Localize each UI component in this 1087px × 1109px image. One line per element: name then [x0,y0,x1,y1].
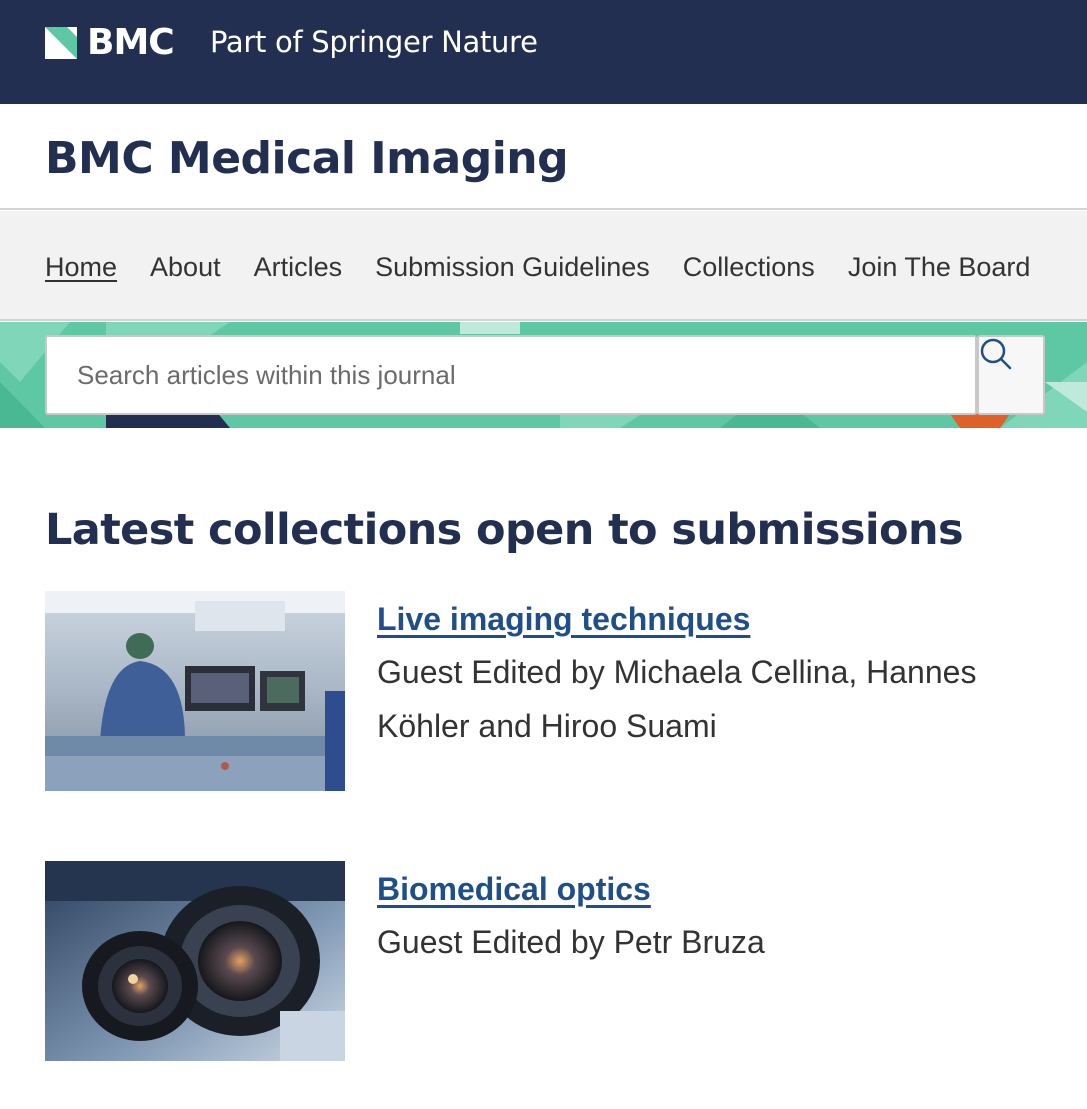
top-brand-bar: BMC Part of Springer Nature [0,0,1087,104]
collection-item: Live imaging techniques Guest Edited by … [45,591,1045,791]
collection-editors: Guest Edited by Michaela Cellina, Hannes… [377,654,977,744]
collection-text: Live imaging techniques Guest Edited by … [377,599,1017,753]
brand-tagline[interactable]: Part of Springer Nature [210,24,538,60]
search-band [0,322,1087,428]
bmc-logo-icon [45,27,77,59]
search-input[interactable] [47,337,975,413]
collection-thumbnail-biomedical-optics[interactable] [45,861,345,1061]
nav-item-about[interactable]: About [150,249,221,285]
nav-item-collections[interactable]: Collections [683,249,815,285]
brand-wordmark: BMC [87,22,175,63]
nav-item-articles[interactable]: Articles [254,249,343,285]
collections-section: Latest collections open to submissions L… [45,500,1045,1061]
nav-item-home[interactable]: Home [45,249,117,285]
journal-header: BMC Medical Imaging [0,104,1087,210]
collection-editors: Guest Edited by Petr Bruza [377,924,765,960]
section-heading: Latest collections open to submissions [45,505,964,555]
collection-link-live-imaging[interactable]: Live imaging techniques [377,599,750,639]
nav-item-submission-guidelines[interactable]: Submission Guidelines [375,249,650,285]
bmc-logo[interactable]: BMC [45,22,175,63]
journal-nav: Home About Articles Submission Guideline… [0,211,1087,321]
nav-item-join-the-board[interactable]: Join The Board [848,249,1031,285]
search-box [45,335,977,415]
collection-thumbnail-live-imaging[interactable] [45,591,345,791]
collection-item: Biomedical optics Guest Edited by Petr B… [45,861,1045,1061]
collection-text: Biomedical optics Guest Edited by Petr B… [377,869,1017,969]
journal-title[interactable]: BMC Medical Imaging [45,131,569,187]
search-button[interactable] [977,335,1045,415]
collection-link-biomedical-optics[interactable]: Biomedical optics [377,869,651,909]
